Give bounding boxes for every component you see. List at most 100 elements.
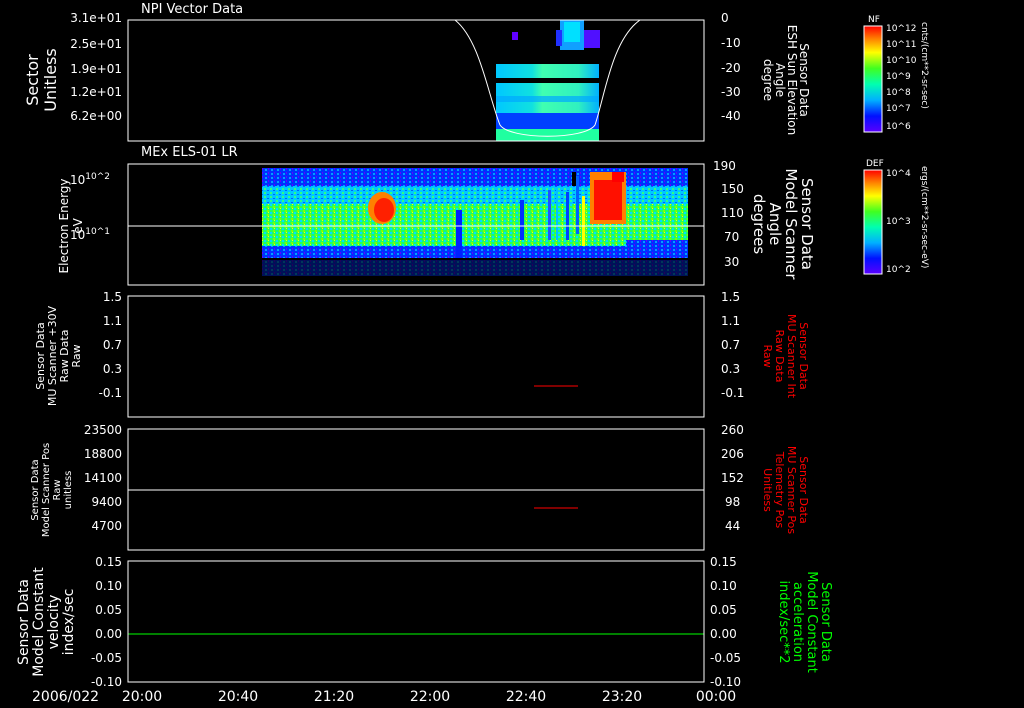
svg-text:Raw: Raw xyxy=(70,344,83,367)
tick-label: 1.5 xyxy=(721,290,740,304)
panel-4-ylabel: Sensor Data Model Scanner Pos Raw unitle… xyxy=(30,443,74,537)
svg-text:Electron Energy: Electron Energy xyxy=(57,178,71,273)
panel-2-ylabel: Electron Energy eV xyxy=(57,178,85,273)
tick-label: -10 xyxy=(721,36,741,50)
svg-text:DEF: DEF xyxy=(866,159,884,169)
svg-text:eV: eV xyxy=(71,217,85,233)
tick-label: 0.05 xyxy=(95,603,122,617)
panel-mex-els: MEx ELS-01 LR 1010^2 1010^1 190 150 110 … xyxy=(57,145,816,286)
svg-text:degree: degree xyxy=(761,59,775,101)
svg-text:Raw: Raw xyxy=(52,479,63,500)
tick-label: 0.00 xyxy=(95,627,122,641)
panel-3-yticks: 1.5 1.1 0.7 0.3 -0.1 xyxy=(99,290,122,400)
date-label: 2006/022 xyxy=(32,689,99,705)
panel-1-y2label: Sensor Data ESH Sun Elevation Angle degr… xyxy=(761,25,811,135)
tick-label: -0.1 xyxy=(99,386,122,400)
svg-text:Model Constant: Model Constant xyxy=(31,567,47,677)
svg-text:acceleration: acceleration xyxy=(790,582,805,662)
panel-3-y2ticks: 1.5 1.1 0.7 0.3 -0.1 xyxy=(721,290,744,400)
tick-label: 4700 xyxy=(91,519,122,533)
tick-label: 3.1e+01 xyxy=(70,11,122,25)
svg-text:NF: NF xyxy=(868,15,880,25)
tick-label: 1.9e+01 xyxy=(70,62,122,76)
tick-label: 0.10 xyxy=(710,579,737,593)
x-tick-label: 22:40 xyxy=(506,689,546,705)
svg-text:Model Scanner Pos: Model Scanner Pos xyxy=(41,443,52,537)
tick-label: 0 xyxy=(721,11,729,25)
panel-4-yticks: 23500 18800 14100 9400 4700 xyxy=(84,423,122,533)
panel-3-y2label: Sensor Data MU Scanner Int Raw Data Raw xyxy=(761,314,810,399)
svg-text:degrees: degrees xyxy=(750,194,768,255)
tick-label: 110 xyxy=(721,206,744,220)
tick-label: 0.15 xyxy=(95,555,122,569)
tick-label: 10^8 xyxy=(886,88,911,98)
panel-3-ylabel: Sensor Data MU Scanner +30V Raw Data Raw xyxy=(34,305,83,406)
tick-label: 0.7 xyxy=(103,338,122,352)
colorbar-def-unit: ergs/(cm**2-sr-sec-eV) xyxy=(919,166,929,268)
panel-model-constant: 0.15 0.10 0.05 0.00 -0.05 -0.10 0.15 0.1… xyxy=(16,555,833,689)
tick-label: -40 xyxy=(721,109,741,123)
panel-1-ylabel: Sector Unitless xyxy=(23,48,60,112)
panel-1-y2ticks: 0 -10 -20 -30 -40 xyxy=(721,11,741,123)
svg-text:Sensor Data: Sensor Data xyxy=(16,579,32,665)
svg-text:velocity: velocity xyxy=(46,595,62,650)
x-tick-label: 20:40 xyxy=(218,689,258,705)
panel-3-frame xyxy=(127,295,705,418)
colorbar-nf-ticks: 10^12 10^11 10^10 10^9 10^8 10^7 10^6 xyxy=(886,24,917,132)
tick-label: 98 xyxy=(725,495,740,509)
tick-label: 18800 xyxy=(84,447,122,461)
panel-1-yticks: 3.1e+01 2.5e+01 1.9e+01 1.2e+01 6.2e+00 xyxy=(70,11,122,123)
panel-5-frame xyxy=(127,560,705,683)
panel-mu-scanner-30v: 1.5 1.1 0.7 0.3 -0.1 1.5 1.1 0.7 0.3 -0.… xyxy=(34,290,810,418)
tick-label: 10^11 xyxy=(886,40,916,50)
panel-1-title: NPI Vector Data xyxy=(141,2,243,17)
tick-label: -20 xyxy=(721,61,741,75)
svg-text:Unitless: Unitless xyxy=(761,468,774,512)
tick-label: 0.10 xyxy=(95,579,122,593)
panel-5-ylabel: Sensor Data Model Constant velocity inde… xyxy=(16,567,77,677)
tick-label: 14100 xyxy=(84,471,122,485)
tick-label: 1.1 xyxy=(103,314,122,328)
tick-label: -0.05 xyxy=(710,651,741,665)
tick-label: 10^12 xyxy=(886,24,916,34)
tick-label: 0.15 xyxy=(710,555,737,569)
panel-scanner-pos: 23500 18800 14100 9400 4700 260 206 152 … xyxy=(30,423,810,551)
panel-4-y2ticks: 260 206 152 98 44 xyxy=(721,423,744,533)
panel-5-y2ticks: 0.15 0.10 0.05 0.00 -0.05 -0.10 xyxy=(710,555,741,689)
tick-label: -0.1 xyxy=(721,386,744,400)
tick-label: 0.3 xyxy=(721,362,740,376)
tick-label: 10^2 xyxy=(886,265,911,275)
svg-text:Unitless: Unitless xyxy=(41,48,60,112)
tick-label: 10^9 xyxy=(886,72,911,82)
tick-label: 6.2e+00 xyxy=(70,109,122,123)
tick-label: 10^4 xyxy=(886,169,911,179)
colorbar-nf-unit: cnts/(cm**2-sr-sec) xyxy=(919,22,929,109)
panel-2-y2label: Sensor Data Model Scanner Angle degrees xyxy=(750,168,816,280)
tick-label: 30 xyxy=(724,255,739,269)
x-tick-label: 21:20 xyxy=(314,689,354,705)
tick-label: 1.2e+01 xyxy=(70,85,122,99)
panel-4-y2label: Sensor Data MU Scanner Pos Telemetry Pos… xyxy=(761,446,810,535)
colorbar-def-ticks: 10^4 10^3 10^2 xyxy=(886,169,911,275)
tick-label: 0.00 xyxy=(710,627,737,641)
tick-label: 1010^2 xyxy=(70,172,110,187)
svg-text:index/sec: index/sec xyxy=(61,589,77,656)
colorbar-def: DEF 10^4 10^3 10^2 ergs/(cm**2-sr-sec-eV… xyxy=(863,159,929,275)
tick-label: 260 xyxy=(721,423,744,437)
tick-label: 23500 xyxy=(84,423,122,437)
tick-label: 0.05 xyxy=(710,603,737,617)
tick-label: 0.3 xyxy=(103,362,122,376)
x-tick-label: 22:00 xyxy=(410,689,450,705)
tick-label: 10^10 xyxy=(886,56,917,66)
multi-panel-plot: NPI Vector Data 3.1e+01 2.5e+01 1.9e+01 … xyxy=(16,2,929,705)
tick-label: -30 xyxy=(721,85,741,99)
tick-label: 150 xyxy=(721,182,744,196)
panel-5-yticks: 0.15 0.10 0.05 0.00 -0.05 -0.10 xyxy=(91,555,122,689)
x-tick-label: 00:00 xyxy=(696,689,736,705)
npi-heatmap xyxy=(496,20,600,141)
x-tick-label: 23:20 xyxy=(602,689,642,705)
tick-label: 10^3 xyxy=(886,217,911,227)
tick-label: 10^6 xyxy=(886,122,911,132)
x-tick-label: 20:00 xyxy=(122,689,162,705)
svg-text:unitless: unitless xyxy=(63,471,74,510)
